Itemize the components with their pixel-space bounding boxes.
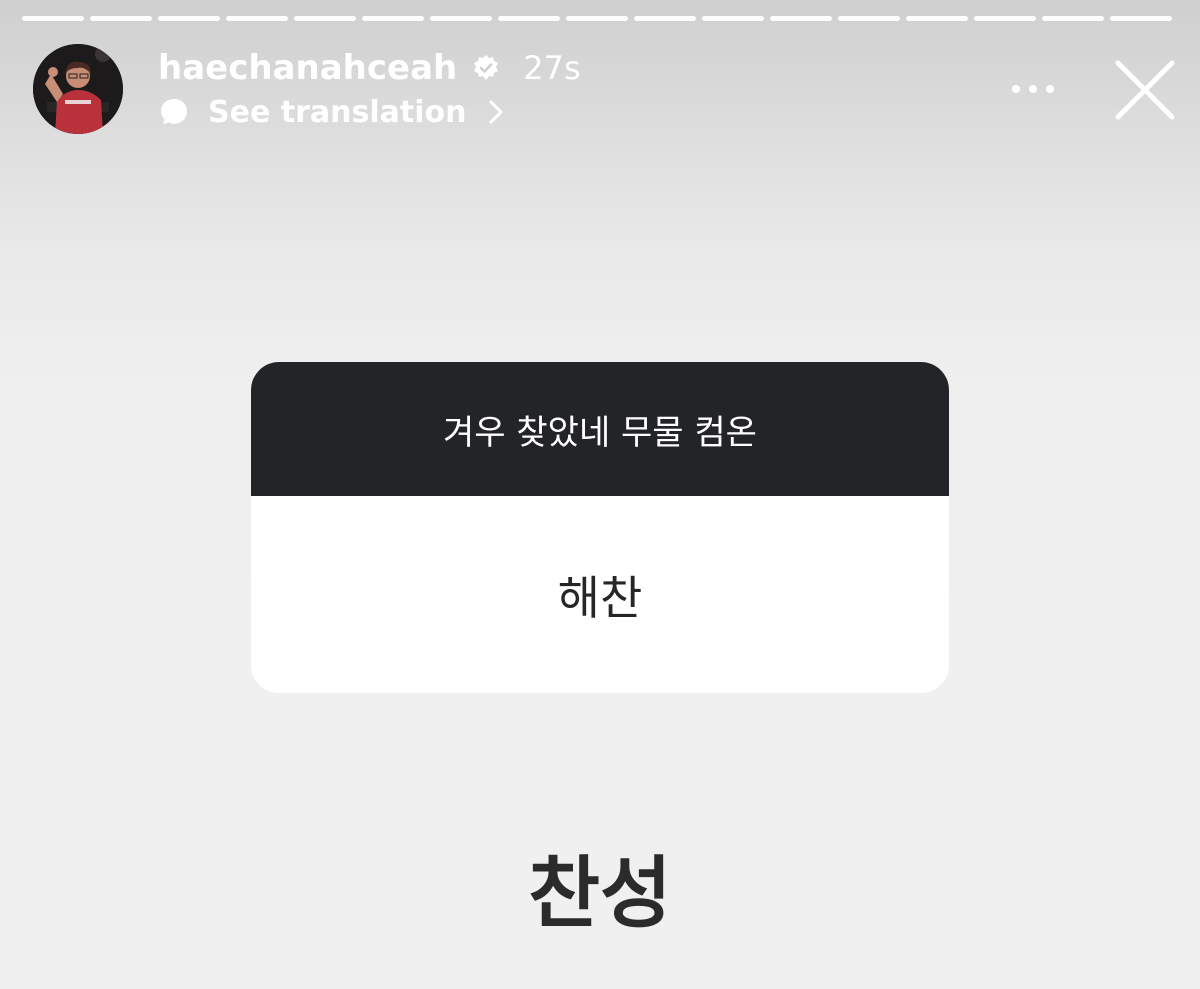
profile-avatar[interactable] [33, 44, 123, 134]
progress-segment [1110, 16, 1172, 21]
progress-segment [974, 16, 1036, 21]
see-translation-label: See translation [208, 94, 467, 130]
more-icon[interactable] [1008, 76, 1058, 102]
progress-segment [906, 16, 968, 21]
progress-segment [702, 16, 764, 21]
story-progress-bar [22, 16, 1172, 22]
progress-segment [566, 16, 628, 21]
post-time: 27s [523, 49, 581, 87]
progress-segment [770, 16, 832, 21]
question-sticker: 겨우 찾았네 무물 컴온 해찬 [251, 362, 949, 693]
question-text: 겨우 찾았네 무물 컴온 [251, 362, 949, 496]
verified-badge-icon [474, 55, 499, 80]
translation-bubble-icon [161, 99, 187, 125]
question-response: 해찬 [557, 570, 643, 625]
close-icon[interactable] [1112, 57, 1178, 123]
progress-segment [498, 16, 560, 21]
progress-segment [158, 16, 220, 21]
username[interactable]: haechanahceah [158, 48, 457, 88]
progress-segment [226, 16, 288, 21]
progress-segment [634, 16, 696, 21]
chevron-right-icon [489, 100, 503, 124]
progress-segment [838, 16, 900, 21]
see-translation-button[interactable]: See translation [158, 92, 504, 132]
progress-segment [1042, 16, 1104, 21]
story-header: haechanahceah 27s [158, 44, 581, 92]
story-answer-text: 찬성 [528, 849, 672, 939]
progress-segment [362, 16, 424, 21]
progress-segment [294, 16, 356, 21]
progress-segment [90, 16, 152, 21]
progress-segment [430, 16, 492, 21]
progress-segment [22, 16, 84, 21]
